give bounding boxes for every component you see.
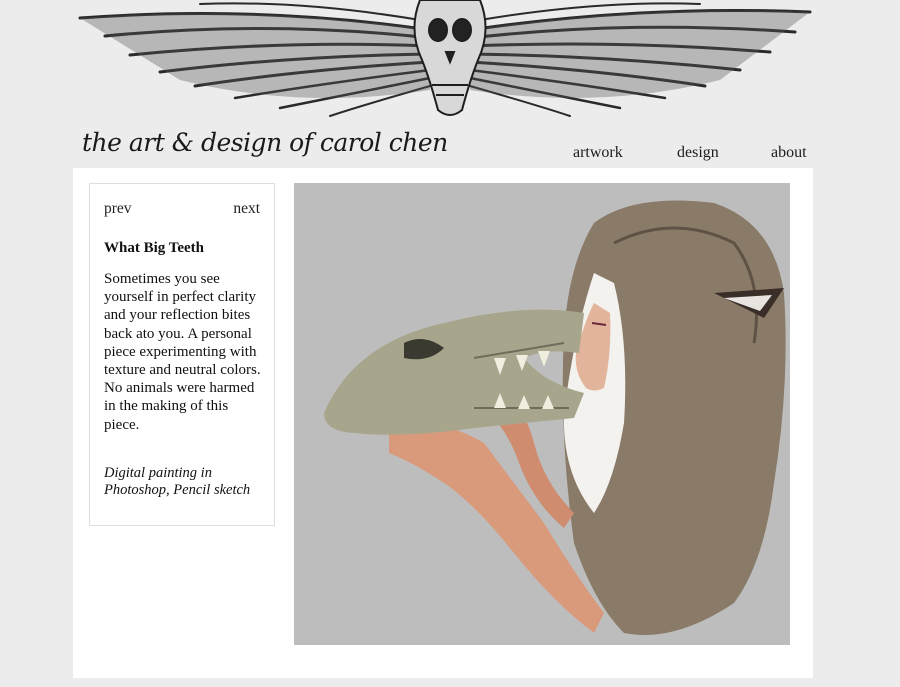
prev-link[interactable]: prev — [104, 200, 132, 218]
artwork-image[interactable] — [294, 183, 790, 645]
nav-artwork[interactable]: artwork — [573, 144, 623, 162]
nav-about[interactable]: about — [771, 144, 807, 162]
nav-design[interactable]: design — [677, 144, 719, 162]
artwork-info-card: prev next What Big Teeth Sometimes you s… — [89, 183, 275, 526]
artwork-description: Sometimes you see yourself in perfect cl… — [104, 271, 261, 433]
main-nav: artwork design about — [0, 144, 900, 166]
next-link[interactable]: next — [233, 200, 260, 218]
artwork-medium: Digital painting in Photoshop, Pencil sk… — [104, 465, 251, 498]
winged-skull-banner — [78, 0, 812, 117]
artwork-title: What Big Teeth — [104, 240, 205, 256]
